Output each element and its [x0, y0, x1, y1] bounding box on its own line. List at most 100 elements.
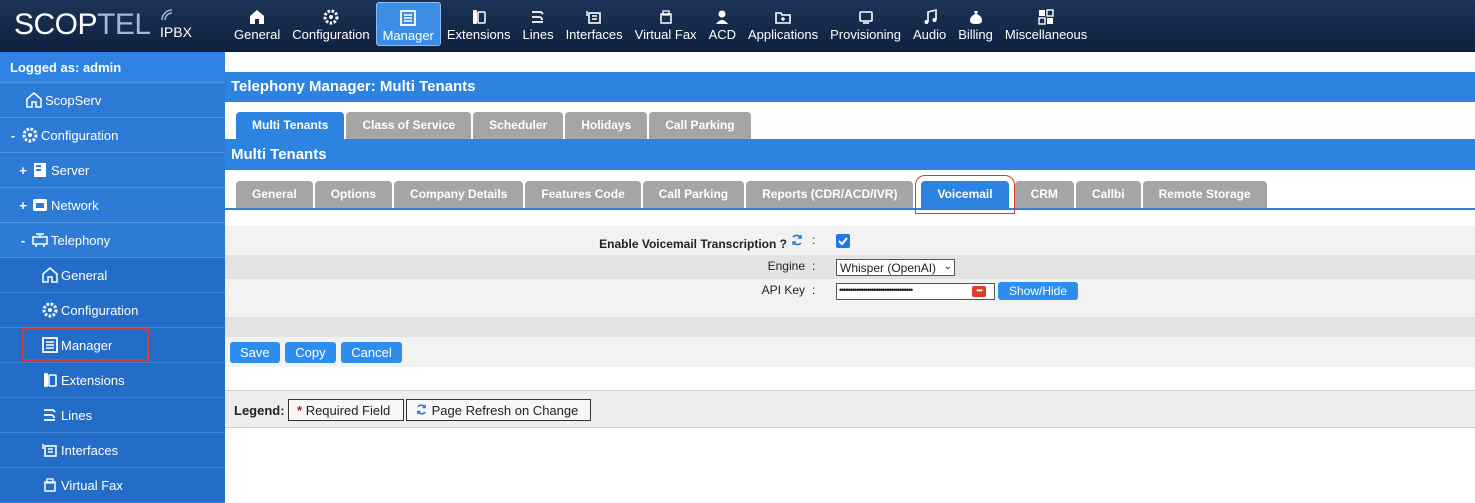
topnav-label: General [234, 27, 281, 42]
copy-button[interactable]: Copy [285, 342, 336, 363]
sidebar-item-label: ScopServ [45, 92, 102, 108]
sidebar-item-general[interactable]: General [0, 258, 225, 293]
subtab-voicemail[interactable]: Voicemail [915, 175, 1015, 214]
topnav-label: Provisioning [830, 27, 901, 42]
sidebar-item-label: General [61, 267, 108, 283]
topnav-label: Audio [912, 27, 947, 42]
topnav-virtual-fax[interactable]: Virtual Fax [629, 2, 703, 46]
gear-icon [292, 8, 369, 26]
topnav-audio[interactable]: Audio [907, 2, 952, 46]
topnav-label: Applications [748, 27, 819, 42]
sidebar-item-extensions[interactable]: Extensions [0, 363, 225, 398]
sidebar-item-label: Configuration [41, 127, 119, 143]
section-title: Multi Tenants [225, 140, 1475, 170]
collapse-toggle[interactable]: - [18, 233, 28, 248]
network-icon [31, 196, 49, 214]
legend-required-label: Required Field [305, 403, 391, 418]
topnav-label: Lines [522, 27, 554, 42]
tab-call-parking[interactable]: Call Parking [649, 112, 751, 139]
sidebar-item-virtual-fax[interactable]: Virtual Fax [0, 468, 225, 503]
required-asterisk-icon: * [297, 403, 303, 418]
sidebar-item-lines[interactable]: Lines [0, 398, 225, 433]
form-row-engine: Engine : Whisper (OpenAI) ⌄ [225, 255, 1475, 279]
showhide-button[interactable]: Show/Hide [998, 282, 1079, 300]
transcription-checkbox[interactable] [836, 234, 850, 248]
top-navigation: General Configuration Manager Extensions… [228, 2, 1093, 46]
subtab-features-code[interactable]: Features Code [525, 181, 641, 208]
collapse-toggle[interactable]: - [8, 128, 18, 143]
sidebar-item-label: Extensions [61, 372, 125, 388]
topnav-billing[interactable]: Billing [952, 2, 999, 46]
subtab-call-parking[interactable]: Call Parking [642, 181, 745, 208]
subtab-company-details[interactable]: Company Details [394, 181, 524, 208]
colon: : [812, 283, 816, 297]
sidebar-item-telephony[interactable]: - Telephony [0, 223, 225, 258]
topnav-label: Miscellaneous [1004, 27, 1088, 42]
sidebar-item-manager[interactable]: Manager [0, 328, 225, 363]
main-content: Telephony Manager: Multi Tenants Multi T… [225, 52, 1475, 484]
logo[interactable]: SCOPTEL IPBX [14, 6, 214, 46]
form-row-apikey: API Key : ••••••••••••••••••••••••••••••… [225, 279, 1475, 317]
topnav-manager[interactable]: Manager [375, 2, 441, 46]
subtab-callbi[interactable]: Callbi [1075, 181, 1141, 208]
tab-class-of-service[interactable]: Class of Service [346, 112, 472, 139]
topnav-interfaces[interactable]: Interfaces [560, 2, 629, 46]
legend-required: * Required Field [288, 399, 404, 421]
password-manager-icon[interactable]: ••• [972, 286, 986, 297]
topnav-lines[interactable]: Lines [516, 2, 559, 46]
topnav-provisioning[interactable]: Provisioning [824, 2, 907, 46]
topnav-configuration[interactable]: Configuration [286, 2, 375, 46]
phone-icon [41, 371, 59, 389]
save-button[interactable]: Save [230, 342, 280, 363]
sidebar-item-telephony-configuration[interactable]: Configuration [0, 293, 225, 328]
topnav-label: Configuration [292, 27, 370, 42]
topnav-extensions[interactable]: Extensions [441, 2, 517, 46]
tab-multi-tenants[interactable]: Multi Tenants [236, 112, 345, 139]
topnav-label: Billing [958, 27, 993, 42]
subtab-remote-storage[interactable]: Remote Storage [1142, 181, 1267, 208]
logo-sub: IPBX [160, 24, 192, 40]
colon: : [812, 233, 816, 247]
sidebar-item-interfaces[interactable]: Interfaces [0, 433, 225, 468]
gear-icon [41, 301, 59, 319]
provisioning-icon [830, 8, 901, 26]
agent-icon [709, 8, 736, 26]
music-icon [913, 8, 946, 26]
topnav-applications[interactable]: Applications [742, 2, 824, 46]
sidebar: Logged as: admin ScopServ - Configuratio… [0, 52, 225, 503]
telephony-icon [31, 231, 49, 249]
topnav-miscellaneous[interactable]: Miscellaneous [999, 2, 1093, 46]
folder-icon [748, 8, 818, 26]
topnav-acd[interactable]: ACD [703, 2, 742, 46]
fax-icon [41, 476, 59, 494]
transcription-label: Enable Voicemail Transcription ? [599, 237, 787, 251]
sidebar-item-label: Lines [61, 407, 93, 423]
sidebar-item-server[interactable]: + Server [0, 153, 225, 188]
chevron-down-icon: ⌄ [943, 261, 952, 272]
sidebar-item-label: Server [51, 162, 90, 178]
sidebar-item-label: Network [51, 197, 99, 213]
tab-holidays[interactable]: Holidays [565, 112, 648, 139]
gear-icon [21, 126, 39, 144]
subtab-general[interactable]: General [236, 181, 313, 208]
expand-toggle[interactable]: + [18, 198, 28, 213]
engine-value: Whisper (OpenAI) [840, 261, 937, 275]
apikey-input[interactable]: •••••••••••••••••••••••••••••••••• ••• [836, 283, 995, 300]
expand-toggle[interactable]: + [18, 163, 28, 178]
subtab-crm[interactable]: CRM [1014, 181, 1074, 208]
sidebar-item-scopserv[interactable]: ScopServ [0, 83, 225, 118]
cancel-button[interactable]: Cancel [341, 342, 402, 363]
home-icon [234, 8, 280, 26]
phone-icon [447, 8, 511, 26]
engine-select[interactable]: Whisper (OpenAI) ⌄ [836, 259, 955, 276]
subtab-reports[interactable]: Reports (CDR/ACD/IVR) [746, 181, 914, 208]
signal-waves-icon [161, 9, 173, 21]
apikey-masked-value: •••••••••••••••••••••••••••••••••• [839, 285, 913, 295]
tab-scheduler[interactable]: Scheduler [473, 112, 564, 139]
topnav-general[interactable]: General [228, 2, 286, 46]
topnav-label: Interfaces [565, 27, 623, 42]
sidebar-item-configuration[interactable]: - Configuration [0, 118, 225, 153]
legend-bar: Legend: * Required Field Page Refresh on… [225, 390, 1475, 428]
sidebar-item-network[interactable]: + Network [0, 188, 225, 223]
subtab-options[interactable]: Options [314, 181, 393, 208]
